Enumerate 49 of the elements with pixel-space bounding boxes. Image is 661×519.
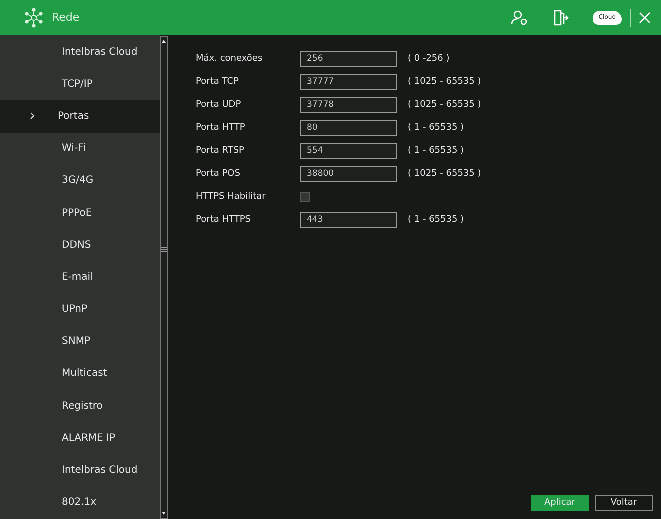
field-label: Porta UDP [196, 100, 242, 110]
scrollbar[interactable] [160, 36, 168, 519]
range-hint: ( 1025 - 65535 ) [408, 76, 482, 86]
window-title: Rede [52, 11, 81, 24]
sidebar-item[interactable]: SNMP [0, 326, 160, 358]
range-hint: ( 1025 - 65535 ) [408, 168, 482, 178]
scroll-down-icon[interactable] [162, 512, 166, 515]
sidebar-item[interactable]: ALARME IP [0, 422, 160, 454]
field-label: Porta RTSP [196, 146, 246, 156]
range-hint: ( 0 -256 ) [408, 54, 450, 64]
sidebar-item[interactable]: DDNS [0, 229, 160, 262]
field-label: Porta TCP [196, 76, 240, 86]
sidebar-item[interactable]: Intelbras Cloud [0, 454, 160, 487]
input-field[interactable]: 38800 [300, 166, 397, 182]
checkbox[interactable] [300, 192, 310, 202]
range-hint: ( 1 - 65535 ) [408, 214, 464, 224]
user-settings-icon[interactable] [510, 10, 529, 26]
network-icon [24, 8, 44, 28]
logout-icon[interactable] [552, 10, 569, 26]
sidebar-item[interactable]: Intelbras Cloud [0, 36, 160, 68]
sidebar-item[interactable]: 3G/4G [0, 164, 160, 197]
input-field[interactable]: 443 [300, 212, 397, 228]
range-hint: ( 1025 - 65535 ) [408, 100, 482, 110]
input-field[interactable]: 80 [300, 120, 397, 136]
sidebar-item[interactable]: TCP/IP [0, 68, 160, 100]
range-hint: ( 1 - 65535 ) [408, 146, 464, 156]
sidebar-item[interactable]: Wi-Fi [0, 132, 160, 165]
scroll-up-icon[interactable] [162, 40, 166, 43]
field-label: Porta HTTPS [196, 214, 252, 224]
sidebar-item[interactable]: Multicast [0, 358, 160, 390]
sidebar-item[interactable]: Portas [0, 100, 160, 133]
field-label: Porta HTTP [196, 122, 246, 132]
sidebar-item[interactable]: Registro [0, 390, 160, 422]
close-icon[interactable] [639, 12, 651, 24]
range-hint: ( 1 - 65535 ) [408, 122, 464, 132]
input-field[interactable]: 37778 [300, 96, 397, 112]
scroll-grip-icon[interactable] [161, 247, 167, 253]
input-field[interactable]: 256 [300, 50, 397, 66]
input-field[interactable]: 554 [300, 142, 397, 158]
field-label: HTTPS Habilitar [196, 192, 267, 202]
sidebar-item[interactable]: UPnP [0, 294, 160, 326]
sidebar-item[interactable]: 802.1x [0, 486, 160, 519]
back-button[interactable]: Voltar [595, 495, 653, 511]
chevron-icon [30, 112, 36, 120]
sidebar-item[interactable]: E-mail [0, 261, 160, 294]
field-label: Porta POS [196, 168, 242, 178]
input-field[interactable]: 37777 [300, 74, 397, 90]
field-label: Máx. conexões [196, 54, 264, 64]
sidebar-item[interactable]: PPPoE [0, 196, 160, 230]
